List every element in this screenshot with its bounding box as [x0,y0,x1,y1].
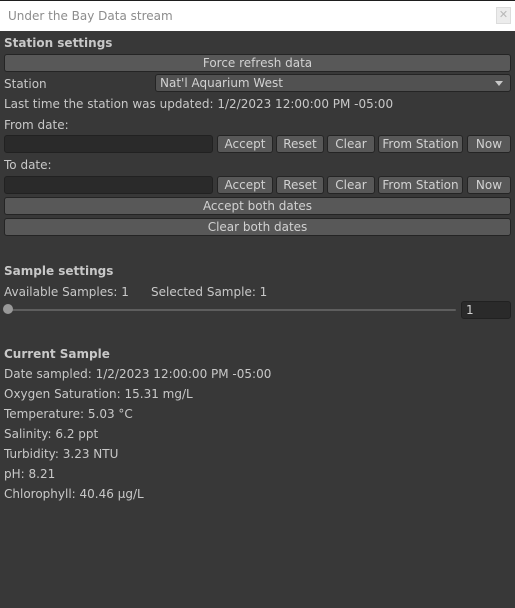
ph-text: pH: 8.21 [4,467,56,481]
current-sample-header: Current Sample [4,347,110,361]
from-date-clear-button[interactable]: Clear [327,135,375,153]
selected-sample-text: Selected Sample: 1 [151,285,268,299]
accept-both-dates-button[interactable]: Accept both dates [4,197,511,215]
to-date-label: To date: [4,158,52,172]
chevron-down-icon [495,81,503,86]
from-date-input[interactable] [4,135,213,153]
clear-both-dates-button[interactable]: Clear both dates [4,218,511,236]
chlorophyll-text: Chlorophyll: 40.46 μg/L [4,487,144,501]
from-date-accept-button[interactable]: Accept [217,135,273,153]
from-date-label: From date: [4,118,69,132]
from-date-now-button[interactable]: Now [467,135,511,153]
to-date-clear-button[interactable]: Clear [327,176,375,194]
station-label: Station [4,77,47,91]
date-sampled-text: Date sampled: 1/2/2023 12:00:00 PM -05:0… [4,367,272,381]
from-date-from-station-button[interactable]: From Station [378,135,463,153]
to-date-reset-button[interactable]: Reset [276,176,324,194]
sample-slider-value-input[interactable]: 1 [461,301,511,319]
station-dropdown-value: Nat'l Aquarium West [160,76,283,90]
temperature-text: Temperature: 5.03 °C [4,407,133,421]
to-date-accept-button[interactable]: Accept [217,176,273,194]
turbidity-text: Turbidity: 3.23 NTU [4,447,119,461]
station-settings-header: Station settings [4,36,113,50]
force-refresh-button[interactable]: Force refresh data [4,54,511,72]
salinity-text: Salinity: 6.2 ppt [4,427,99,441]
available-samples-text: Available Samples: 1 [4,285,129,299]
window-title-bar[interactable]: Under the Bay Data stream ✕ [0,0,515,31]
sample-settings-header: Sample settings [4,264,114,278]
last-updated-text: Last time the station was updated: 1/2/2… [4,97,394,111]
sample-slider-thumb[interactable] [3,304,13,314]
to-date-input[interactable] [4,176,213,194]
oxygen-saturation-text: Oxygen Saturation: 15.31 mg/L [4,387,193,401]
close-icon[interactable]: ✕ [496,7,511,24]
to-date-now-button[interactable]: Now [467,176,511,194]
station-dropdown[interactable]: Nat'l Aquarium West [155,74,511,92]
from-date-reset-button[interactable]: Reset [276,135,324,153]
window-title: Under the Bay Data stream [8,9,173,23]
sample-slider-track[interactable] [8,309,456,311]
to-date-from-station-button[interactable]: From Station [378,176,463,194]
